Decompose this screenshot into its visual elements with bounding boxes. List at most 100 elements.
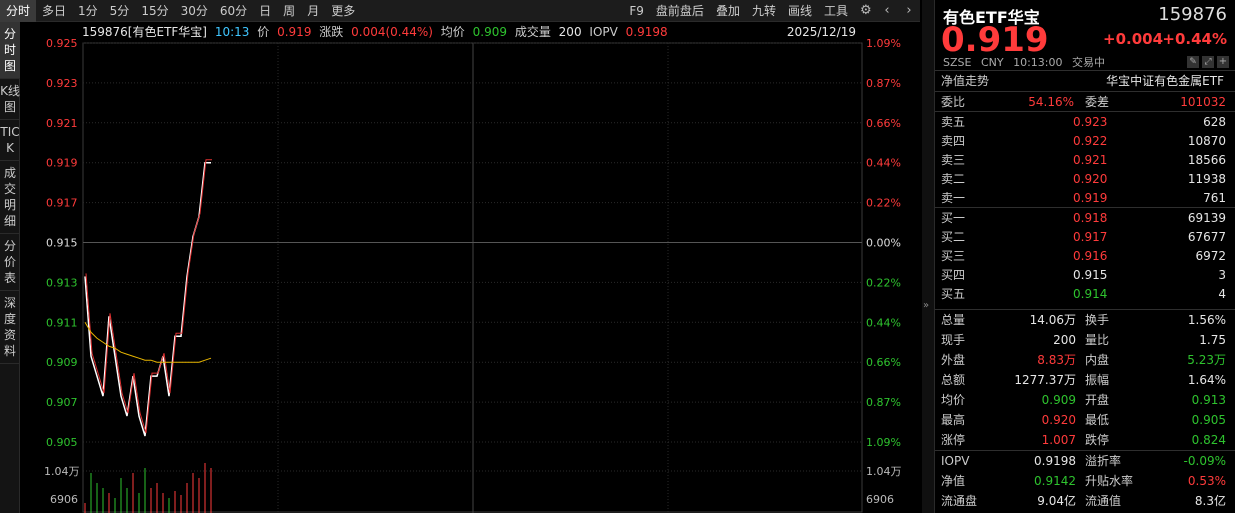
period-toolbar: 分时 多日 1分 5分 15分 30分 60分 日 周 月 更多 F9 盘前盘后… (0, 0, 920, 22)
stat-row[interactable]: IOPV 0.9198 溢折率 -0.09% (935, 451, 1235, 471)
draw-line-button[interactable]: 画线 (782, 0, 818, 22)
ask-row[interactable]: 卖五 0.923 628 (935, 112, 1235, 132)
left-tab-kline[interactable]: K线图 (0, 79, 20, 120)
bid-row[interactable]: 买五 0.914 4 (935, 284, 1235, 304)
stat-value: 0.909 (1041, 393, 1076, 407)
currency: CNY (980, 56, 1004, 69)
bid-price: 0.916 (1073, 249, 1108, 263)
stat-row[interactable]: 外盘 8.83万 内盘 5.23万 (935, 350, 1235, 370)
tools-button[interactable]: 工具 (818, 0, 854, 22)
vol-tick-label: 6906 (50, 493, 78, 506)
ask-volume: 11938 (1187, 172, 1226, 186)
ask-price: 0.923 (1073, 115, 1108, 129)
stat-row[interactable]: 总量 14.06万 换手 1.56% (935, 310, 1235, 330)
bid-row[interactable]: 买二 0.917 67677 (935, 227, 1235, 247)
stat-value: 1.56% (1187, 313, 1226, 327)
bid-price: 0.914 (1073, 287, 1108, 301)
bid-level-label: 买二 (941, 230, 966, 244)
left-tab-trades[interactable]: 成交明细 (0, 161, 20, 234)
collapse-panel-handle[interactable]: » (922, 0, 934, 513)
stat-label: 量比 (1085, 333, 1110, 347)
chevron-left-icon[interactable]: ‹ (876, 0, 898, 22)
ask-row[interactable]: 卖三 0.921 18566 (935, 150, 1235, 170)
ask-level-label: 卖一 (941, 191, 966, 205)
ask-row[interactable]: 卖四 0.922 10870 (935, 131, 1235, 151)
link-icon[interactable]: ⤢ (1202, 56, 1214, 68)
bid-level-label: 买三 (941, 249, 966, 263)
plus-icon[interactable]: + (1217, 56, 1229, 68)
premarket-button[interactable]: 盘前盘后 (650, 0, 710, 22)
stat-row[interactable]: 涨停 1.007 跌停 0.824 (935, 430, 1235, 450)
gear-icon[interactable]: ⚙ (854, 0, 876, 22)
f9-button[interactable]: F9 (623, 0, 650, 22)
stat-row[interactable]: 现手 200 量比 1.75 (935, 330, 1235, 350)
stat-label: 最高 (941, 413, 966, 427)
tab-month[interactable]: 月 (301, 0, 325, 22)
y-tick-label: 0.925 (46, 37, 78, 50)
edit-icon[interactable]: ✎ (1187, 56, 1199, 68)
intraday-chart[interactable]: 0.925 1.09% 0.923 0.87% 0.921 0.66% 0.919 0.44%… (20, 22, 920, 513)
bid-level-label: 买五 (941, 287, 966, 301)
tab-1min[interactable]: 1分 (72, 0, 104, 22)
tab-15min[interactable]: 15分 (135, 0, 174, 22)
stat-row[interactable]: 净值 0.9142 升贴水率 0.53% (935, 471, 1235, 491)
left-tab-price-table[interactable]: 分价表 (0, 234, 20, 291)
tab-multiday[interactable]: 多日 (36, 0, 72, 22)
info-date: 2025/12/19 (786, 25, 856, 39)
exchange: SZSE (943, 56, 972, 69)
stat-value: 0.824 (1191, 433, 1226, 447)
ask-price: 0.921 (1073, 153, 1108, 167)
bid-volume: 69139 (1187, 211, 1226, 225)
info-iopv: 0.9198 (625, 25, 668, 39)
bid-level-label: 买四 (941, 268, 966, 282)
weibi-value: 54.16% (1028, 95, 1074, 109)
bid-volume: 4 (1218, 287, 1226, 301)
stat-value: 0.53% (1187, 474, 1226, 488)
tab-fenshi[interactable]: 分时 (0, 0, 37, 22)
bid-row[interactable]: 买三 0.916 6972 (935, 246, 1235, 266)
tab-week[interactable]: 周 (277, 0, 301, 22)
left-tab-fenshi[interactable]: 分时图 (0, 22, 20, 79)
price-change-pct: +0.44% (1162, 30, 1227, 48)
stat-row[interactable]: 总额 1277.37万 振幅 1.64% (935, 370, 1235, 390)
y-pct-tick-label: 0.44% (866, 157, 901, 170)
tab-60min[interactable]: 60分 (214, 0, 253, 22)
bid-row[interactable]: 买一 0.918 69139 (935, 208, 1235, 228)
stat-label: 净值 (941, 474, 966, 488)
stat-label: 现手 (941, 333, 966, 347)
y-pct-tick-label: 0.87% (866, 396, 901, 409)
left-tab-tick[interactable]: TICK (0, 120, 20, 161)
stat-row[interactable]: 均价 0.909 开盘 0.913 (935, 390, 1235, 410)
overlay-button[interactable]: 叠加 (710, 0, 746, 22)
left-tab-depth[interactable]: 深度资料 (0, 291, 20, 364)
y-pct-tick-label: 1.09% (866, 37, 901, 50)
stat-row[interactable]: 最高 0.920 最低 0.905 (935, 410, 1235, 430)
quote-panel: 有色ETF华宝 159876 0.919 +0.004 +0.44% SZSE … (934, 0, 1235, 513)
y-tick-label: 0.919 (46, 157, 78, 170)
stat-value: 0.905 (1191, 413, 1226, 427)
stat-row[interactable]: 流通盘 9.04亿 流通值 8.3亿 (935, 491, 1235, 511)
chevron-right-icon[interactable]: › (898, 0, 920, 22)
ask-price: 0.920 (1073, 172, 1108, 186)
info-symbol: 159876[有色ETF华宝] (82, 25, 207, 39)
ask-row[interactable]: 卖一 0.919 761 (935, 188, 1235, 208)
ask-row[interactable]: 卖二 0.920 11938 (935, 169, 1235, 189)
nav-row[interactable]: 净值走势 华宝中证有色金属ETF (935, 71, 1235, 91)
stat-label: 跌停 (1085, 433, 1110, 447)
tab-5min[interactable]: 5分 (104, 0, 136, 22)
tab-30min[interactable]: 30分 (175, 0, 214, 22)
ask-level-label: 卖四 (941, 134, 966, 148)
stat-label: 溢折率 (1085, 454, 1122, 468)
nav-trend-link[interactable]: 净值走势 (941, 71, 989, 91)
stat-label: 换手 (1085, 313, 1110, 327)
tab-day[interactable]: 日 (253, 0, 277, 22)
y-tick-label: 0.923 (46, 77, 78, 90)
info-vol-label: 成交量 (514, 25, 551, 39)
bid-row[interactable]: 买四 0.915 3 (935, 265, 1235, 285)
y-tick-label: 0.911 (46, 316, 78, 329)
tab-more[interactable]: 更多 (325, 0, 361, 22)
nine-turn-button[interactable]: 九转 (746, 0, 782, 22)
stat-value: 9.04亿 (1037, 494, 1076, 508)
info-time: 10:13 (214, 25, 250, 39)
info-avg: 0.909 (472, 25, 507, 39)
